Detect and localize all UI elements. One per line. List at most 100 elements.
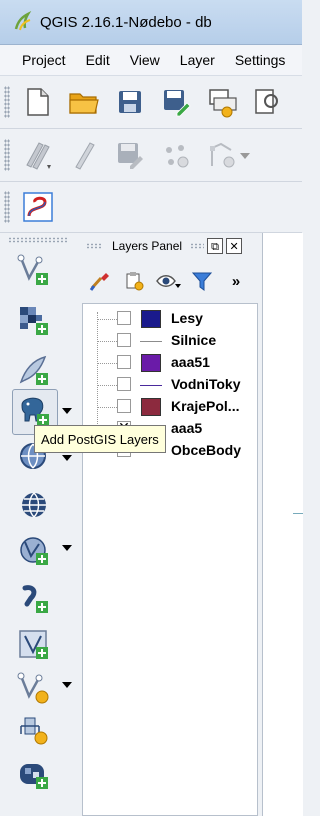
plugin-button[interactable] bbox=[18, 187, 58, 227]
save-as-button[interactable] bbox=[156, 82, 196, 122]
fill-symbol-swatch[interactable] bbox=[141, 310, 161, 328]
layer-row[interactable]: Silnice bbox=[83, 330, 259, 352]
add-wfs-layer-button[interactable] bbox=[14, 531, 54, 571]
map-canvas[interactable] bbox=[262, 233, 303, 816]
add-vector-icon bbox=[17, 254, 48, 285]
postgis-dropdown-arrow-icon[interactable] bbox=[62, 408, 72, 414]
new-project-button[interactable] bbox=[18, 82, 58, 122]
more-tools-button[interactable]: » bbox=[222, 267, 250, 295]
node-tool-icon bbox=[210, 142, 235, 168]
layer-visibility-checkbox[interactable] bbox=[117, 355, 131, 369]
toolbar-grip[interactable] bbox=[4, 139, 10, 171]
create-layer-button[interactable] bbox=[14, 711, 54, 751]
tree-branch bbox=[97, 407, 119, 408]
pencils-icon bbox=[26, 142, 51, 170]
tooltip: Add PostGIS Layers bbox=[34, 425, 166, 453]
menu-view[interactable]: View bbox=[120, 52, 170, 68]
manage-visibility-button[interactable] bbox=[154, 267, 182, 295]
new-document-icon bbox=[27, 88, 49, 116]
layer-row[interactable]: aaa51 bbox=[83, 352, 259, 374]
add-delimited-text-layer-button[interactable] bbox=[14, 579, 54, 619]
layer-group-icon bbox=[126, 272, 144, 291]
current-edits-button[interactable] bbox=[18, 135, 58, 175]
qgis-logo-icon bbox=[14, 11, 32, 31]
line-symbol-swatch[interactable] bbox=[140, 341, 162, 342]
add-wms-layer-button[interactable] bbox=[14, 485, 54, 525]
move-feature-button[interactable] bbox=[202, 135, 250, 175]
tree-branch bbox=[97, 319, 119, 320]
line-symbol-swatch[interactable] bbox=[140, 385, 162, 386]
new-vector-layer-icon bbox=[17, 672, 49, 704]
save-project-button[interactable] bbox=[110, 82, 150, 122]
window-title: QGIS 2.16.1-Nødebo - db bbox=[40, 13, 212, 31]
save-layer-edits-button[interactable] bbox=[110, 135, 150, 175]
toolbar-grip[interactable] bbox=[4, 86, 10, 118]
layer-name[interactable]: VodniToky bbox=[171, 376, 240, 392]
layer-name[interactable]: Lesy bbox=[171, 310, 203, 326]
dropdown-arrow-icon[interactable] bbox=[62, 455, 72, 461]
layer-name[interactable]: ObceBody bbox=[171, 442, 241, 458]
menu-settings[interactable]: Settings bbox=[225, 52, 296, 68]
fill-symbol-swatch[interactable] bbox=[141, 398, 161, 416]
layer-name[interactable]: Silnice bbox=[171, 332, 216, 348]
manage-layers-toolbar bbox=[0, 233, 80, 816]
menu-layer[interactable]: Layer bbox=[170, 52, 225, 68]
filter-legend-button[interactable] bbox=[188, 267, 216, 295]
title-bar: QGIS 2.16.1-Nødebo - db bbox=[0, 0, 302, 45]
filter-icon bbox=[191, 272, 213, 291]
float-panel-button[interactable]: ⧉ bbox=[207, 238, 224, 254]
tree-branch bbox=[97, 385, 119, 386]
layer-visibility-checkbox[interactable] bbox=[117, 311, 131, 325]
layer-name[interactable]: aaa5 bbox=[171, 420, 202, 436]
style-manager-button[interactable] bbox=[86, 267, 114, 295]
save-edits-icon bbox=[118, 143, 143, 169]
digitizing-toolbar bbox=[0, 129, 302, 182]
panel-grip[interactable] bbox=[190, 243, 205, 249]
layers-panel-toolbar: » bbox=[80, 261, 262, 301]
layer-tree[interactable]: Lesy Silnice aaa51 VodniToky KrajePol... bbox=[82, 303, 258, 816]
toolbar-grip[interactable] bbox=[4, 191, 10, 223]
dropdown-arrow-icon bbox=[240, 153, 250, 159]
layer-name[interactable]: aaa51 bbox=[171, 354, 210, 370]
layer-visibility-checkbox[interactable] bbox=[117, 377, 131, 391]
dropdown-arrow-icon[interactable] bbox=[62, 682, 72, 688]
feather-icon bbox=[19, 355, 48, 385]
layer-row[interactable]: KrajePol... bbox=[83, 396, 259, 418]
layer-row[interactable]: Lesy bbox=[83, 308, 259, 330]
save-as-icon bbox=[164, 90, 191, 117]
panel-grip[interactable] bbox=[86, 243, 102, 249]
fill-symbol-swatch[interactable] bbox=[141, 354, 161, 372]
db-new-layer-icon bbox=[20, 717, 48, 745]
dropdown-arrow-icon[interactable] bbox=[62, 545, 72, 551]
add-feature-button[interactable] bbox=[156, 135, 196, 175]
open-project-button[interactable] bbox=[64, 82, 104, 122]
new-print-composer-button[interactable] bbox=[202, 82, 242, 122]
add-wcs-layer-button[interactable] bbox=[14, 755, 54, 795]
pencil-icon bbox=[75, 142, 95, 170]
composer-manager-button[interactable] bbox=[248, 82, 288, 122]
toolbar-grip[interactable] bbox=[8, 237, 68, 243]
eye-icon bbox=[156, 275, 181, 288]
layer-visibility-checkbox[interactable] bbox=[117, 399, 131, 413]
new-shapefile-layer-button[interactable] bbox=[14, 669, 54, 709]
add-group-button[interactable] bbox=[120, 267, 148, 295]
tree-branch bbox=[97, 363, 119, 364]
close-panel-button[interactable]: ✕ bbox=[226, 238, 243, 254]
layer-name[interactable]: KrajePol... bbox=[171, 398, 239, 414]
layer-row[interactable]: VodniToky bbox=[83, 374, 259, 396]
layer-visibility-checkbox[interactable] bbox=[117, 333, 131, 347]
add-spatialite-layer-button[interactable] bbox=[14, 351, 54, 391]
paintbrush-icon bbox=[89, 273, 109, 291]
add-raster-icon bbox=[20, 307, 48, 335]
add-virtual-layer-button[interactable] bbox=[14, 625, 54, 665]
menu-project[interactable]: Project bbox=[0, 52, 76, 68]
add-vector-layer-button[interactable] bbox=[14, 251, 54, 291]
panel-header: Layers Panel ⧉ ✕ bbox=[80, 233, 262, 259]
add-raster-layer-button[interactable] bbox=[14, 301, 54, 341]
plugin-toolbar bbox=[0, 182, 302, 233]
save-icon bbox=[119, 91, 141, 113]
menu-edit[interactable]: Edit bbox=[76, 52, 120, 68]
toggle-editing-button[interactable] bbox=[64, 135, 104, 175]
tree-branch bbox=[97, 341, 119, 342]
route-icon bbox=[23, 192, 53, 222]
